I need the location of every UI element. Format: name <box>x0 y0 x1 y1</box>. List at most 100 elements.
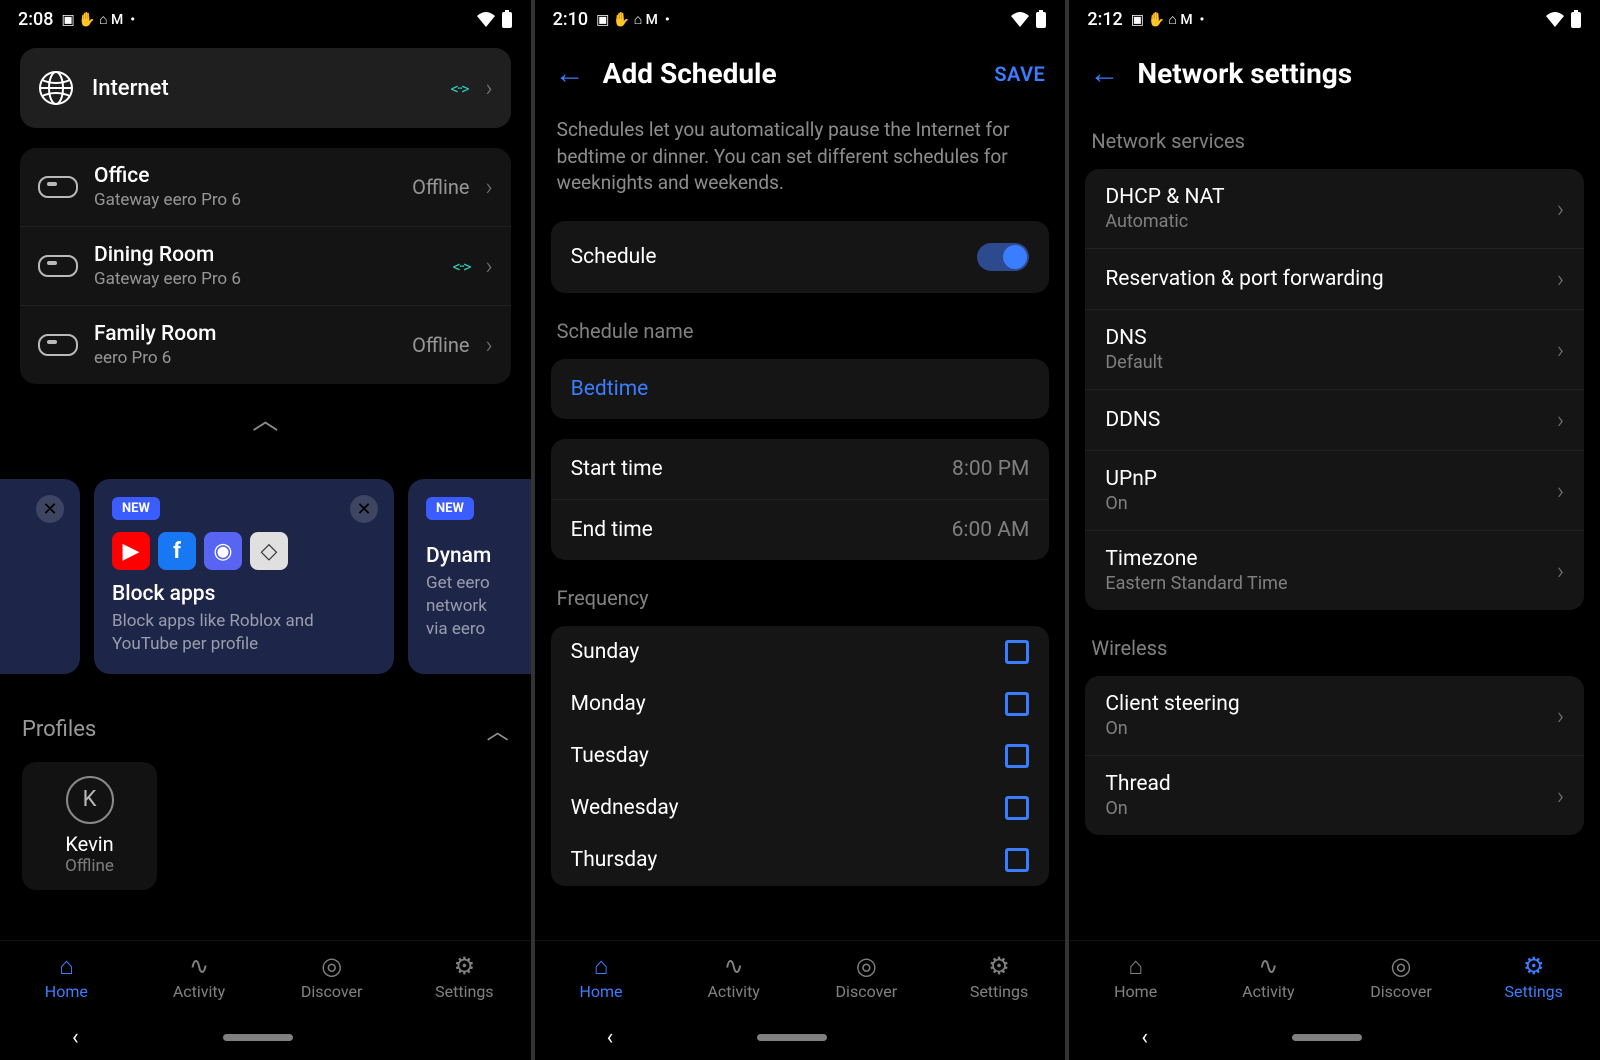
close-icon[interactable]: ✕ <box>350 495 378 523</box>
promo-sub: Get eero network via eero <box>426 572 530 641</box>
router-row-family[interactable]: Family Room eero Pro 6 Offline › <box>20 306 511 384</box>
status-time: 2:08 <box>18 9 53 30</box>
back-icon[interactable]: ‹ <box>72 1025 79 1050</box>
setting-dns[interactable]: DNSDefault › <box>1085 310 1584 390</box>
back-icon[interactable]: ‹ <box>607 1025 614 1050</box>
start-time-row[interactable]: Start time 8:00 PM <box>551 439 1050 500</box>
schedule-toggle-card: Schedule <box>551 221 1050 293</box>
schedule-name-card: Bedtime <box>551 359 1050 419</box>
router-icon <box>38 255 78 277</box>
description: Schedules let you automatically pause th… <box>535 109 1066 215</box>
nav-settings[interactable]: ⚙Settings <box>398 941 531 1014</box>
chevron-right-icon: › <box>486 173 493 201</box>
setting-upnp[interactable]: UPnPOn › <box>1085 451 1584 531</box>
router-status: Offline <box>412 333 469 357</box>
home-pill[interactable] <box>223 1034 293 1041</box>
home-pill[interactable] <box>757 1034 827 1041</box>
checkbox[interactable] <box>1005 692 1029 716</box>
online-icon: <··> <box>453 257 470 276</box>
compass-icon: ◎ <box>856 954 877 978</box>
home-icon: ⌂ <box>594 954 609 978</box>
router-sub: Gateway eero Pro 6 <box>94 269 437 289</box>
new-badge: NEW <box>112 497 160 520</box>
setting-ddns[interactable]: DDNS › <box>1085 390 1584 451</box>
nav-activity[interactable]: ∿Activity <box>1202 941 1335 1014</box>
battery-icon <box>501 10 513 28</box>
router-row-office[interactable]: Office Gateway eero Pro 6 Offline › <box>20 148 511 227</box>
setting-client-steering[interactable]: Client steeringOn › <box>1085 676 1584 756</box>
promo-title: Block apps <box>112 582 376 606</box>
day-wednesday[interactable]: Wednesday <box>551 782 1050 834</box>
setting-timezone[interactable]: TimezoneEastern Standard Time › <box>1085 531 1584 610</box>
profile-tile-kevin[interactable]: K Kevin Offline <box>22 762 157 890</box>
time-card: Start time 8:00 PM End time 6:00 AM <box>551 439 1050 560</box>
activity-icon: ∿ <box>1258 954 1278 978</box>
promo-card-partial-left[interactable]: ✕ ning o here <box>0 479 80 674</box>
screen-network-settings: 2:12 ▣ ✋ ⌂ M • ← Network settings Networ… <box>1069 0 1600 1060</box>
battery-icon <box>1035 10 1047 28</box>
header: ← Add Schedule SAVE <box>535 38 1066 109</box>
promo-title: Dynam <box>426 544 530 568</box>
group-label-network-services: Network services <box>1069 109 1600 163</box>
profiles-label: Profiles <box>22 717 96 742</box>
checkbox[interactable] <box>1005 744 1029 768</box>
back-icon[interactable]: ‹ <box>1141 1025 1148 1050</box>
chevron-right-icon: › <box>1557 702 1564 730</box>
schedule-name-input[interactable]: Bedtime <box>551 359 1050 419</box>
checkbox[interactable] <box>1005 796 1029 820</box>
router-icon <box>38 176 78 198</box>
nav-discover[interactable]: ◎Discover <box>800 941 933 1014</box>
home-icon: ⌂ <box>59 954 74 978</box>
internet-card[interactable]: Internet <··> › <box>20 48 511 128</box>
setting-reservation-port-forwarding[interactable]: Reservation & port forwarding › <box>1085 249 1584 310</box>
setting-thread[interactable]: ThreadOn › <box>1085 756 1584 835</box>
chevron-right-icon: › <box>1557 336 1564 364</box>
status-icons: ▣ ✋ ⌂ M • <box>61 11 135 28</box>
nav-home[interactable]: ⌂Home <box>1069 941 1202 1014</box>
promo-carousel[interactable]: ✕ ning o here NEW ✕ ▶ f ◉ ◇ Block apps B… <box>0 479 531 674</box>
profiles-header[interactable]: Profiles ︿ <box>0 674 531 762</box>
nav-settings[interactable]: ⚙Settings <box>1467 941 1600 1014</box>
discord-icon: ◉ <box>204 532 242 570</box>
collapse-button[interactable]: ︿ <box>0 394 531 449</box>
schedule-toggle[interactable] <box>977 243 1029 271</box>
close-icon[interactable]: ✕ <box>36 495 64 523</box>
router-row-dining[interactable]: Dining Room Gateway eero Pro 6 <··> › <box>20 227 511 306</box>
nav-settings[interactable]: ⚙Settings <box>933 941 1066 1014</box>
save-button[interactable]: SAVE <box>994 62 1045 86</box>
nav-activity[interactable]: ∿Activity <box>667 941 800 1014</box>
nav-home[interactable]: ⌂Home <box>0 941 133 1014</box>
checkbox[interactable] <box>1005 640 1029 664</box>
wifi-icon <box>475 11 497 27</box>
status-time: 2:10 <box>553 9 588 30</box>
promo-card-block-apps[interactable]: NEW ✕ ▶ f ◉ ◇ Block apps Block apps like… <box>94 479 394 674</box>
checkbox[interactable] <box>1005 848 1029 872</box>
chevron-right-icon: › <box>486 74 493 102</box>
nav-home[interactable]: ⌂Home <box>535 941 668 1014</box>
end-label: End time <box>571 518 653 542</box>
start-value: 8:00 PM <box>952 457 1029 481</box>
wifi-icon <box>1544 11 1566 27</box>
chevron-right-icon: › <box>1557 782 1564 810</box>
status-time: 2:12 <box>1087 9 1122 30</box>
back-button[interactable]: ← <box>555 56 585 91</box>
nav-discover[interactable]: ◎Discover <box>1335 941 1468 1014</box>
day-sunday[interactable]: Sunday <box>551 626 1050 678</box>
nav-activity[interactable]: ∿Activity <box>133 941 266 1014</box>
status-icons: ▣ ✋ ⌂ M • <box>596 11 670 28</box>
status-bar: 2:08 ▣ ✋ ⌂ M • <box>0 0 531 38</box>
activity-icon: ∿ <box>189 954 209 978</box>
end-time-row[interactable]: End time 6:00 AM <box>551 500 1050 560</box>
promo-card-partial-right[interactable]: NEW Dynam Get eero network via eero <box>408 479 531 674</box>
nav-discover[interactable]: ◎Discover <box>265 941 398 1014</box>
frequency-card: Sunday Monday Tuesday Wednesday Thursday <box>551 626 1050 886</box>
day-tuesday[interactable]: Tuesday <box>551 730 1050 782</box>
day-monday[interactable]: Monday <box>551 678 1050 730</box>
back-button[interactable]: ← <box>1089 56 1119 91</box>
activity-icon: ∿ <box>724 954 744 978</box>
day-thursday[interactable]: Thursday <box>551 834 1050 886</box>
home-pill[interactable] <box>1292 1034 1362 1041</box>
profile-status: Offline <box>36 856 143 876</box>
setting-dhcp-nat[interactable]: DHCP & NATAutomatic › <box>1085 169 1584 249</box>
nav-bar: ⌂Home ∿Activity ◎Discover ⚙Settings <box>0 940 531 1014</box>
